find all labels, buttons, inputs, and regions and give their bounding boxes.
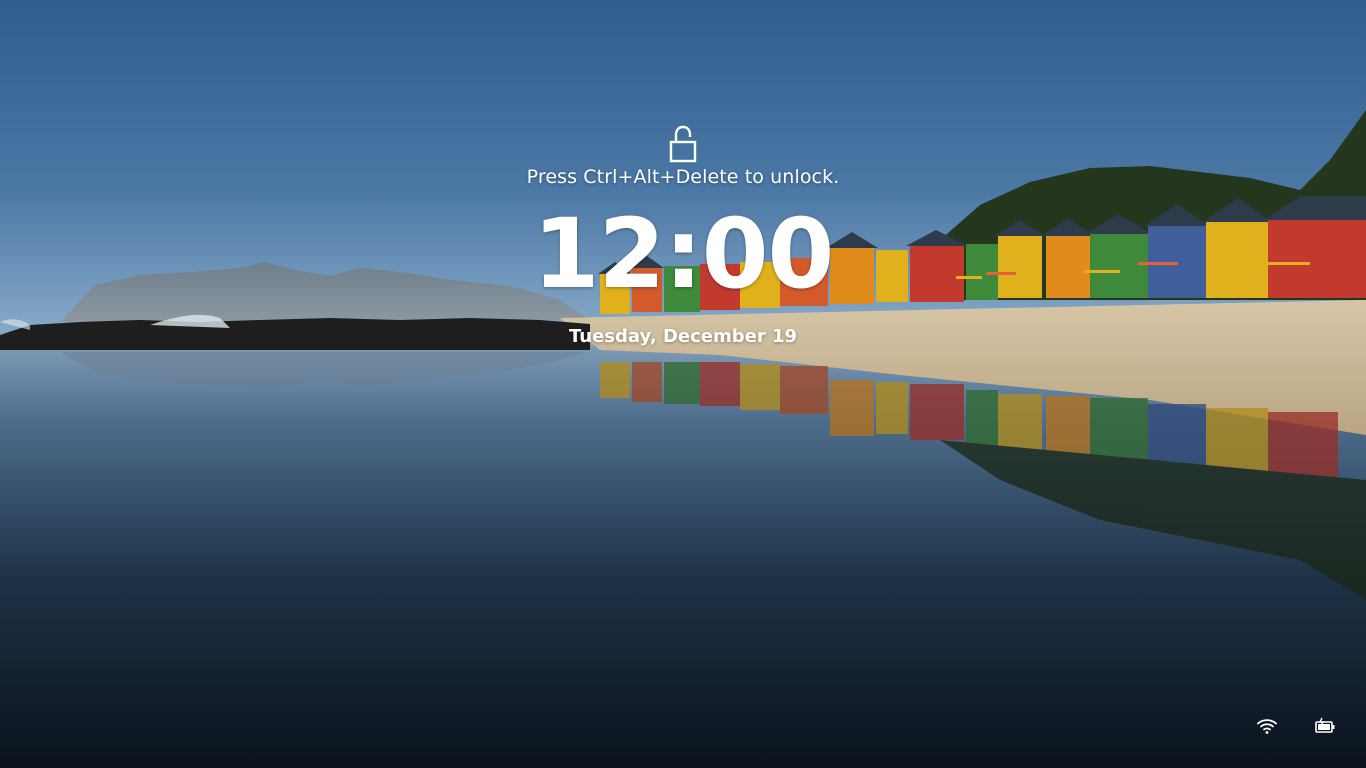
unlock-hint-text: Press Ctrl+Alt+Delete to unlock. [526,166,840,188]
wifi-icon[interactable] [1255,714,1279,738]
lock-screen[interactable]: Press Ctrl+Alt+Delete to unlock. 12:00 T… [0,0,1366,768]
clock-time: 12:00 [532,198,835,310]
clock-date: Tuesday, December 19 [568,326,798,347]
battery-charging-icon[interactable] [1313,714,1337,738]
unlocked-padlock-icon [669,125,697,163]
wallpaper-image [0,0,1366,768]
